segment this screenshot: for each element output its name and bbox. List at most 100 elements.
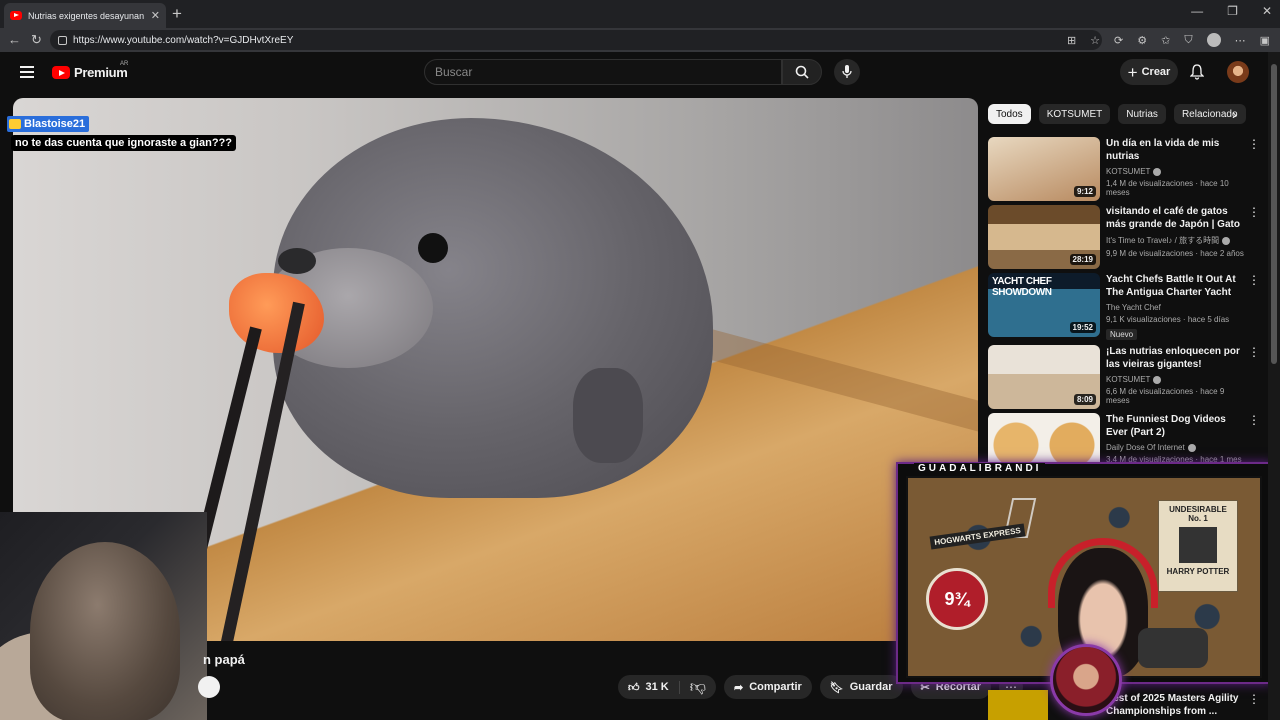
video-meta: 9,9 M de visualizaciones · hace 2 años xyxy=(1106,249,1244,258)
recommendation-title[interactable]: ¡Las nutrias enloquecen por las vieiras … xyxy=(1106,345,1248,371)
headset xyxy=(1048,538,1158,608)
chip-nutrias[interactable]: Nutrias xyxy=(1118,104,1166,124)
like-count: 31 K xyxy=(645,681,669,693)
duration-badge: 28:19 xyxy=(1069,254,1096,265)
like-dislike-group: 👍︎ 31 K 👎︎ xyxy=(618,675,716,699)
microphone-stand xyxy=(1138,628,1208,668)
menu-dots-icon[interactable]: ⋯ xyxy=(1235,34,1246,47)
chip-kotsumet[interactable]: KOTSUMET xyxy=(1038,104,1111,124)
verified-icon xyxy=(1187,443,1196,452)
site-info-icon[interactable] xyxy=(58,35,67,45)
youtube-header: Premium AR Buscar + Crear xyxy=(0,52,1268,94)
video-meta: 1,4 M de visualizaciones · hace 10 meses xyxy=(1106,179,1229,197)
filter-chips: Todos KOTSUMET Nutrias Relacionado xyxy=(988,104,1246,124)
user-avatar[interactable] xyxy=(1227,61,1249,83)
share-button[interactable]: ➦ Compartir xyxy=(724,675,812,699)
extensions-icon[interactable]: ⚙ xyxy=(1137,34,1147,47)
more-options-icon[interactable]: ⋮ xyxy=(1248,413,1260,427)
youtube-favicon-icon xyxy=(10,11,22,20)
chevron-right-icon[interactable]: › xyxy=(1232,106,1237,122)
channel-text: KOTSUMET xyxy=(1106,167,1151,176)
chopstick xyxy=(218,301,305,641)
back-icon[interactable]: ← xyxy=(8,32,21,47)
hamburger-menu-icon[interactable] xyxy=(20,66,34,78)
create-label: Crear xyxy=(1141,66,1171,78)
close-tab-icon[interactable]: ✕ xyxy=(151,9,160,22)
recommendation-title[interactable]: visitando el café de gatos más grande de… xyxy=(1106,205,1248,231)
more-options-icon[interactable]: ⋮ xyxy=(1248,137,1260,151)
sidebar-icon[interactable]: ▣ xyxy=(1260,34,1270,47)
poster-photo xyxy=(1179,527,1217,563)
more-options-icon[interactable]: ⋮ xyxy=(1248,692,1260,706)
recommendation-title[interactable]: Un día en la vida de mis nutrias xyxy=(1106,137,1248,163)
maximize-icon[interactable]: ❐ xyxy=(1227,4,1238,18)
poster-name: HARRY POTTER xyxy=(1166,567,1230,576)
search-input[interactable]: Buscar xyxy=(424,59,782,85)
url-field[interactable]: https://www.youtube.com/watch?v=GJDHvtXr… xyxy=(50,30,1102,50)
create-button[interactable]: + Crear xyxy=(1120,59,1178,85)
like-button[interactable]: 👍︎ 31 K xyxy=(618,680,680,694)
channel-name[interactable]: Daily Dose Of Internet xyxy=(1106,443,1248,452)
refresh-extension-icon[interactable]: ⟳ xyxy=(1114,34,1123,47)
channel-button[interactable] xyxy=(198,676,220,698)
otter-eye xyxy=(418,233,448,263)
favorite-star-icon[interactable]: ☆ xyxy=(1090,34,1100,47)
video-thumbnail[interactable] xyxy=(988,690,1048,720)
chat-message: no te das cuenta que ignoraste a gian??? xyxy=(11,135,236,151)
search-icon xyxy=(795,65,809,79)
microphone-icon xyxy=(842,65,852,78)
browser-tab[interactable]: Nutrias exigentes desayunan con p ✕ xyxy=(4,3,166,28)
recommendations-list: 9:12 Un día en la vida de mis nutrias KO… xyxy=(988,137,1260,477)
duration-badge: 19:52 xyxy=(1069,322,1096,333)
channel-name[interactable]: It's Time to Travel♪ / 旅する時間 xyxy=(1106,235,1248,246)
recommendation-item[interactable]: Best of 2025 Masters Agility Championshi… xyxy=(988,690,1260,720)
screen: Nutrias exigentes desayunan con p ✕ + — … xyxy=(0,0,1280,720)
duration-badge: 9:12 xyxy=(1073,186,1096,197)
thumbs-up-icon: 👍︎ xyxy=(628,681,640,694)
recommendation-item[interactable]: 28:19 visitando el café de gatos más gra… xyxy=(988,205,1260,273)
reload-icon[interactable]: ↻ xyxy=(31,32,42,48)
app-icon[interactable]: ⊞ xyxy=(1067,34,1076,47)
otter-cam-overlay xyxy=(0,512,207,720)
scrollbar-thumb[interactable] xyxy=(1271,64,1277,364)
favorites-icon[interactable]: ✩ xyxy=(1161,34,1170,47)
recommendation-item[interactable]: 8:09 ¡Las nutrias enloquecen por las vie… xyxy=(988,345,1260,413)
otter-nose xyxy=(278,248,316,274)
search-button[interactable] xyxy=(782,59,822,85)
recommendation-item[interactable]: YACHT CHEF SHOWDOWN 19:52 Yacht Chefs Ba… xyxy=(988,273,1260,345)
youtube-logo[interactable]: Premium AR xyxy=(52,61,128,80)
recommendation-title[interactable]: Best of 2025 Masters Agility Championshi… xyxy=(1106,692,1248,718)
shield-icon[interactable]: ⛉ xyxy=(1184,34,1192,47)
video-thumbnail[interactable]: 8:09 xyxy=(988,345,1100,409)
url-text: https://www.youtube.com/watch?v=GJDHvtXr… xyxy=(73,34,294,46)
save-button[interactable]: 🔖︎ Guardar xyxy=(819,675,903,699)
channel-text: KOTSUMET xyxy=(1106,375,1151,384)
browser-tab-bar: Nutrias exigentes desayunan con p ✕ + — … xyxy=(0,0,1280,28)
video-thumbnail[interactable]: 28:19 xyxy=(988,205,1100,269)
video-thumbnail[interactable]: 9:12 xyxy=(988,137,1100,201)
recommendation-title[interactable]: The Funniest Dog Videos Ever (Part 2) xyxy=(1106,413,1248,439)
profile-avatar[interactable] xyxy=(1206,33,1221,47)
more-options-icon[interactable]: ⋮ xyxy=(1248,345,1260,359)
channel-name[interactable]: The Yacht Chef xyxy=(1106,303,1248,312)
close-window-icon[interactable]: ✕ xyxy=(1262,4,1272,18)
chip-all[interactable]: Todos xyxy=(988,104,1031,124)
new-tab-icon[interactable]: + xyxy=(172,4,182,24)
channel-name[interactable]: KOTSUMET xyxy=(1106,167,1248,176)
logo-text: Premium xyxy=(74,65,128,80)
chat-badge-icon xyxy=(9,119,21,129)
more-options-icon[interactable]: ⋮ xyxy=(1248,205,1260,219)
page-scrollbar[interactable] xyxy=(1268,52,1280,720)
notifications-bell-icon[interactable] xyxy=(1190,64,1204,80)
channel-name[interactable]: KOTSUMET xyxy=(1106,375,1248,384)
video-thumbnail[interactable]: YACHT CHEF SHOWDOWN 19:52 xyxy=(988,273,1100,337)
voice-search-button[interactable] xyxy=(834,59,860,85)
dislike-button[interactable]: 👎︎ xyxy=(680,678,716,697)
recommendation-title[interactable]: Yacht Chefs Battle It Out At The Antigua… xyxy=(1106,273,1248,299)
thumbs-down-icon: 👎︎ xyxy=(689,678,706,696)
recommendation-item[interactable]: 9:12 Un día en la vida de mis nutrias KO… xyxy=(988,137,1260,205)
more-options-icon[interactable]: ⋮ xyxy=(1248,273,1260,287)
minimize-icon[interactable]: — xyxy=(1191,4,1203,18)
tab-title: Nutrias exigentes desayunan con p xyxy=(28,10,145,21)
browser-toolbar-icons: ⊞ ☆ ⟳ ⚙ ✩ ⛉ ⋯ ▣ xyxy=(1067,33,1270,47)
